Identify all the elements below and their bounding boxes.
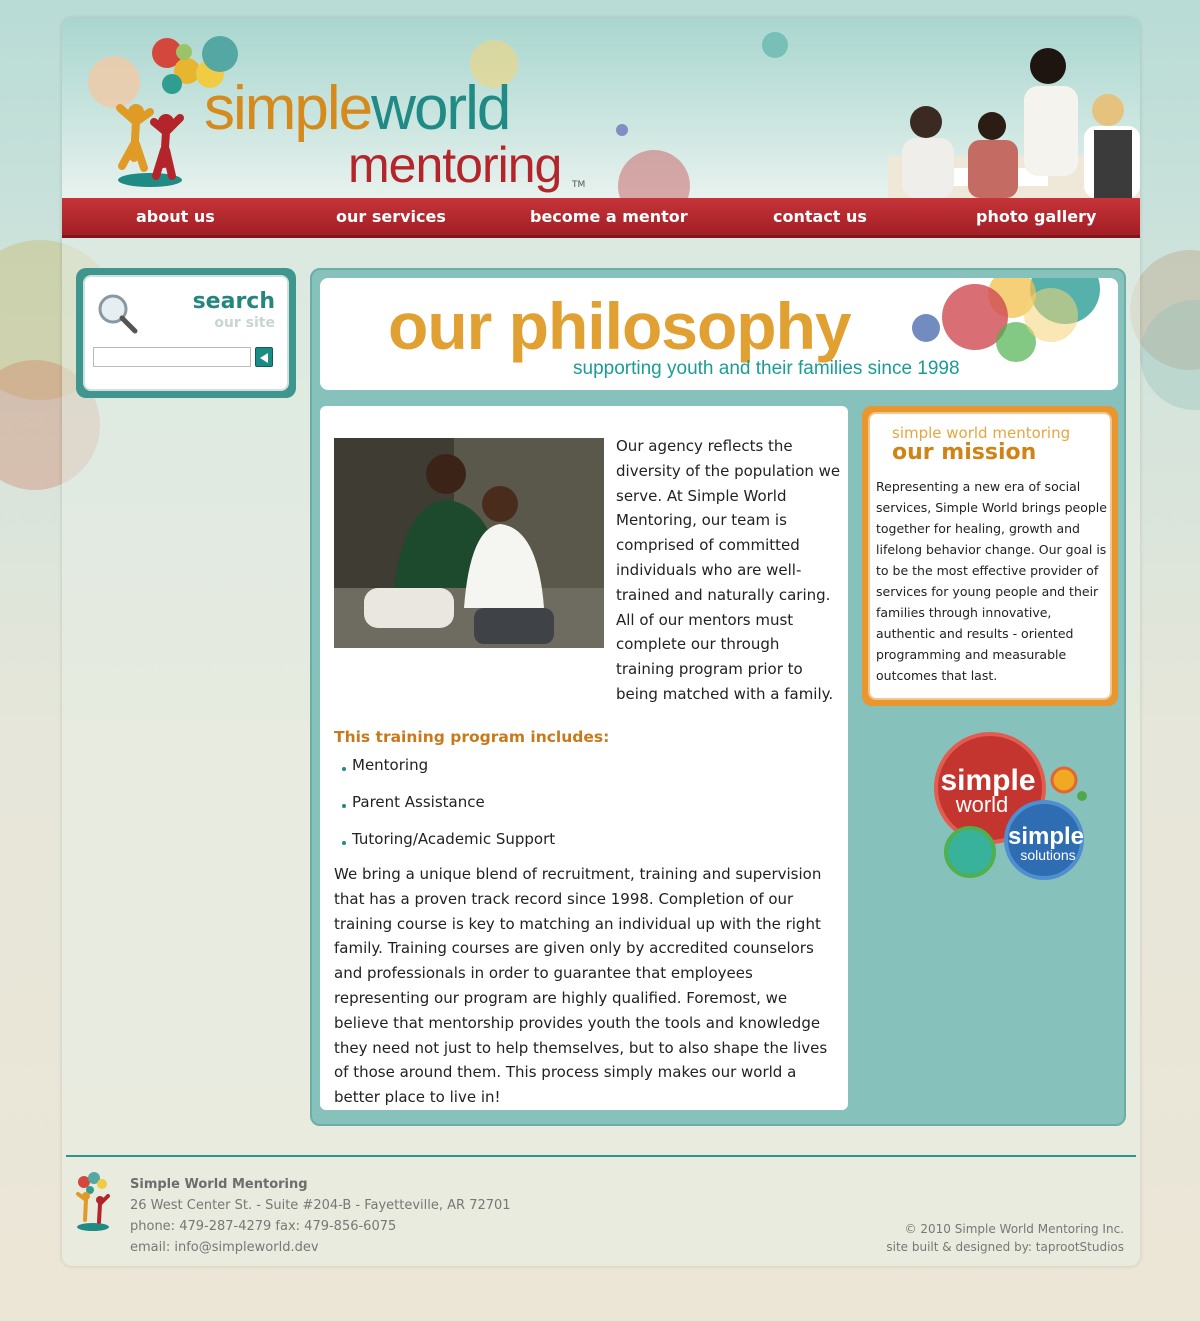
header-people-photo <box>888 48 1140 198</box>
training-heading: This training program includes: <box>334 728 610 746</box>
footer-org-name: Simple World Mentoring <box>130 1177 308 1192</box>
nav-item-our-services[interactable]: our services <box>336 207 446 226</box>
page-container: simpleworld mentoring TM about us our se… <box>62 18 1140 1266</box>
nav-item-contact-us[interactable]: contact us <box>773 207 867 226</box>
mission-title: our mission <box>892 440 1037 465</box>
body-paragraph: We bring a unique blend of recruitment, … <box>334 865 828 1107</box>
logo-figures-icon <box>116 104 184 187</box>
training-list: Mentoring Parent Assistance Tutoring/Aca… <box>342 756 555 867</box>
logo-word-mentoring: mentoring <box>348 137 562 193</box>
footer-logo-icon <box>76 1172 110 1231</box>
main-content-panel: our philosophy supporting youth and thei… <box>310 268 1126 1126</box>
philosophy-banner: our philosophy supporting youth and thei… <box>320 278 1118 390</box>
footer-phone: phone: 479-287-4279 fax: 479-856-6075 <box>130 1219 397 1234</box>
logo-wordmark[interactable]: simpleworld <box>204 78 511 140</box>
footer-divider <box>66 1155 1136 1157</box>
footer-contact: Simple World Mentoring 26 West Center St… <box>130 1174 511 1258</box>
list-item: Parent Assistance <box>342 793 555 830</box>
badge-word-world: world <box>955 792 1009 817</box>
header-bubble <box>202 36 238 72</box>
page-title: our philosophy <box>388 289 852 363</box>
main-nav: about us our services become a mentor co… <box>62 198 1140 238</box>
badge-word-solutions: solutions <box>1020 847 1075 863</box>
mission-text: Representing a new era of social service… <box>876 479 1107 683</box>
list-item: Mentoring <box>342 756 555 793</box>
magnifier-icon <box>98 294 138 334</box>
nav-item-photo-gallery[interactable]: photo gallery <box>976 207 1096 226</box>
content-card: Our agency reflects the diversity of the… <box>320 406 848 1110</box>
footer-address: 26 West Center St. - Suite #204-B - Faye… <box>130 1198 511 1213</box>
footer-credit[interactable]: site built & designed by: taprootStudios <box>886 1238 1124 1256</box>
search-box-inner: search our site <box>83 275 289 391</box>
mission-box: simple world mentoring our mission Repre… <box>862 406 1118 706</box>
mission-box-inner: simple world mentoring our mission Repre… <box>868 412 1112 700</box>
logo-word-world: world <box>371 74 511 143</box>
trademark-mark: TM <box>572 180 586 190</box>
header-bubble <box>176 44 192 60</box>
header-bubble <box>762 32 788 58</box>
footer-credits: © 2010 Simple World Mentoring Inc. site … <box>886 1220 1124 1256</box>
footer-email[interactable]: email: info@simpleworld.dev <box>130 1237 511 1258</box>
simple-world-solutions-badge[interactable]: simple world simple solutions <box>932 732 1092 892</box>
nav-item-become-a-mentor[interactable]: become a mentor <box>530 207 688 226</box>
banner-bubble <box>912 314 940 342</box>
page-subtitle: supporting youth and their families sinc… <box>573 358 960 379</box>
site-header: simpleworld mentoring TM <box>62 18 1140 198</box>
logo-word-simple: simple <box>204 74 373 143</box>
search-subtitle: our site <box>214 315 275 331</box>
footer-copyright: © 2010 Simple World Mentoring Inc. <box>904 1222 1124 1236</box>
header-bubble <box>616 124 628 136</box>
search-box: search our site <box>76 268 296 398</box>
search-title: search <box>192 289 275 314</box>
header-bubble <box>618 150 690 198</box>
banner-bubble <box>1024 288 1078 342</box>
mentor-photo <box>334 438 604 648</box>
badge-word-simple-bottom: simple <box>1008 823 1084 850</box>
nav-item-about-us[interactable]: about us <box>136 207 215 226</box>
intro-paragraph: Our agency reflects the diversity of the… <box>616 437 841 703</box>
search-submit-button[interactable] <box>255 347 273 367</box>
search-input[interactable] <box>93 347 251 367</box>
